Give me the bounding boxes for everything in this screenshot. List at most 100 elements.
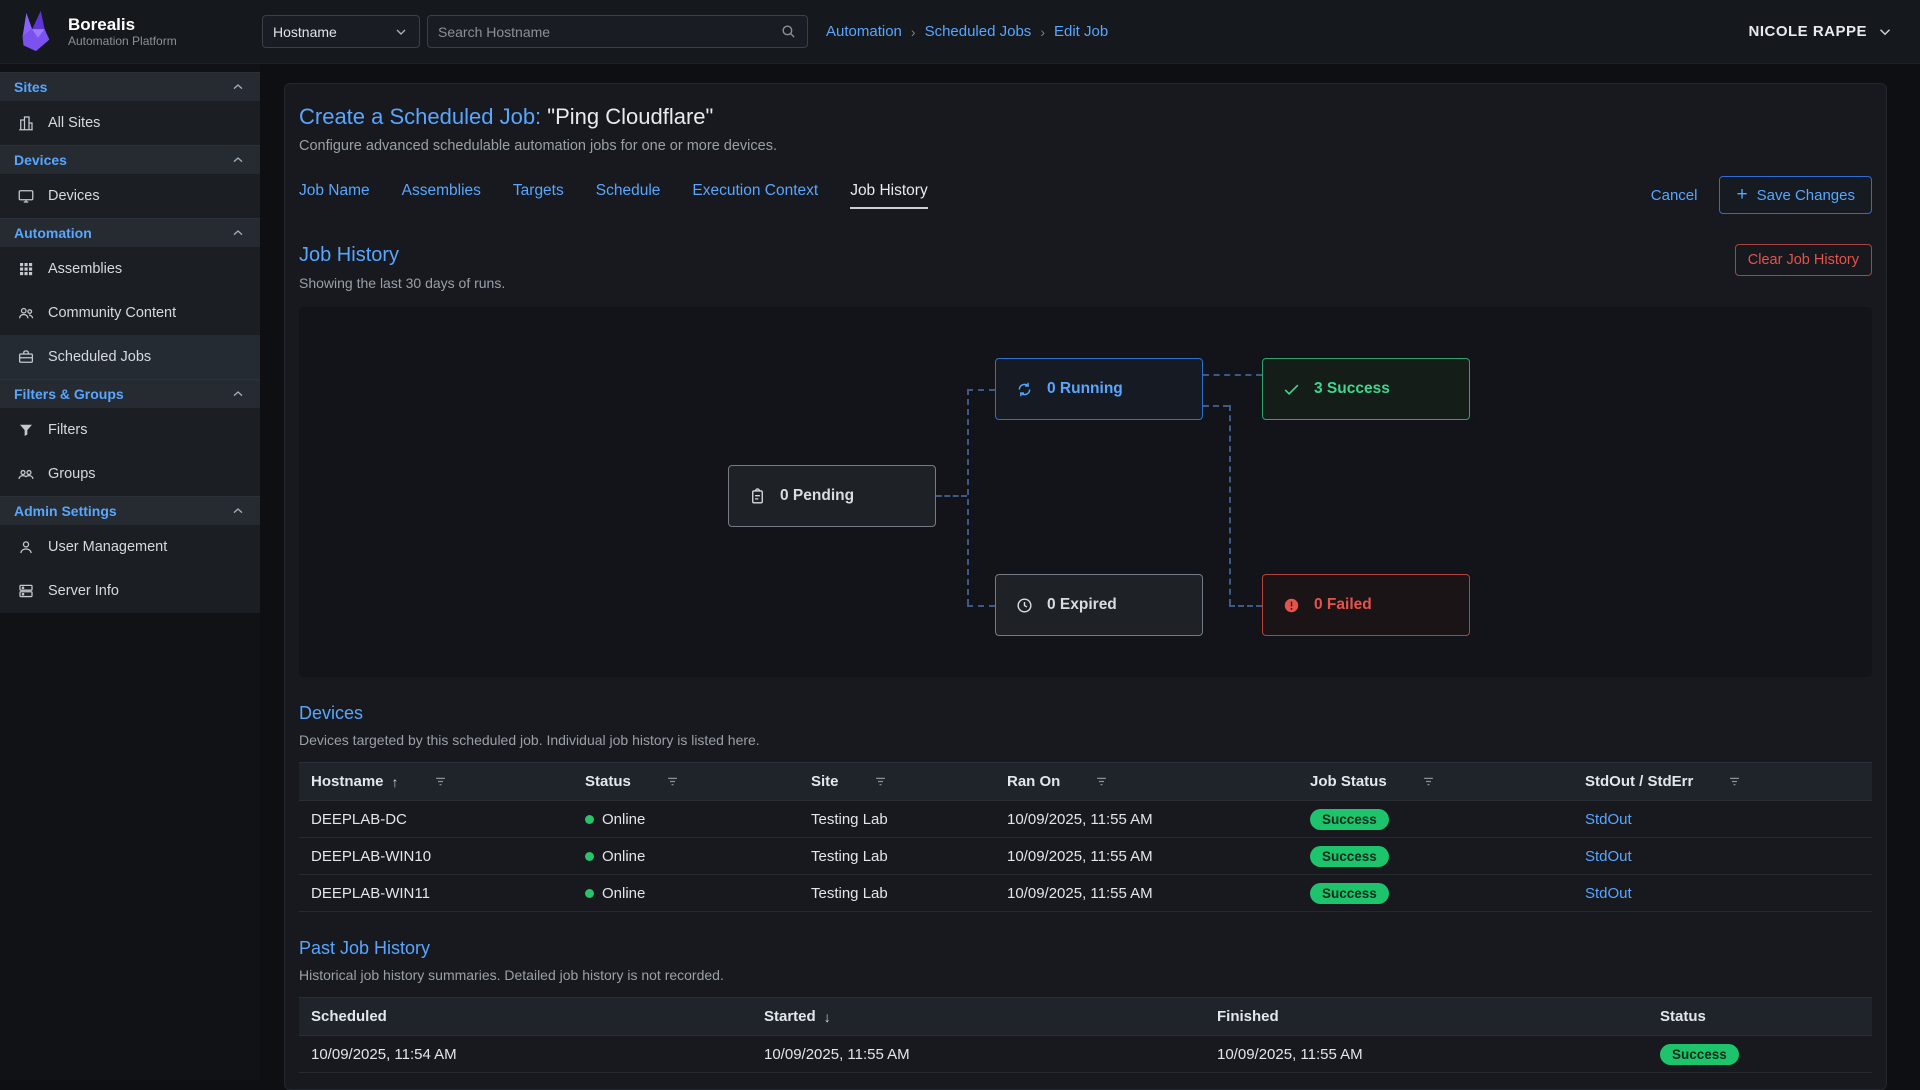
- top-bar: Borealis Automation Platform Hostname Au…: [0, 0, 1920, 64]
- table-row: DEEPLAB-WIN11 Online Testing Lab 10/09/2…: [299, 875, 1872, 912]
- stdout-link[interactable]: StdOut: [1585, 811, 1632, 828]
- past-history-table-header: Scheduled Started ↓ Finished Status: [299, 997, 1872, 1036]
- hostname-filter-select[interactable]: Hostname: [262, 15, 420, 48]
- job-history-subheading: Showing the last 30 days of runs.: [299, 275, 505, 291]
- sidebar-item-label: Scheduled Jobs: [48, 349, 151, 365]
- column-filter-icon[interactable]: [1421, 774, 1436, 789]
- tab-job-name[interactable]: Job Name: [299, 182, 370, 209]
- sort-ascending-icon[interactable]: ↑: [392, 774, 399, 790]
- sidebar-item-devices[interactable]: Devices: [0, 174, 260, 218]
- column-header-stdout-stderr[interactable]: StdOut / StdErr: [1573, 773, 1872, 790]
- column-header-job-status[interactable]: Job Status: [1298, 773, 1573, 790]
- clear-job-history-button[interactable]: Clear Job History: [1735, 244, 1872, 276]
- flow-node-failed[interactable]: 0 Failed: [1262, 574, 1470, 636]
- column-label: Site: [811, 773, 839, 790]
- job-history-header-row: Job History Showing the last 30 days of …: [299, 244, 1872, 291]
- edit-job-card: Create a Scheduled Job: "Ping Cloudflare…: [284, 83, 1887, 1090]
- tabs-row: Job Name Assemblies Targets Schedule Exe…: [299, 176, 1872, 214]
- table-row: 10/09/2025, 11:54 AM 10/09/2025, 11:55 A…: [299, 1036, 1872, 1073]
- sidebar-item-server-info[interactable]: Server Info: [0, 569, 260, 613]
- flow-node-pending[interactable]: 0 Pending: [728, 465, 936, 527]
- tab-schedule[interactable]: Schedule: [596, 182, 661, 209]
- column-filter-icon[interactable]: [873, 774, 888, 789]
- column-header-status[interactable]: Status: [1648, 1008, 1872, 1025]
- check-success-icon: [1282, 380, 1301, 399]
- user-menu[interactable]: NICOLE RAPPE: [1748, 23, 1894, 41]
- sidebar-section-automation[interactable]: Automation: [0, 218, 260, 247]
- flow-node-running[interactable]: 0 Running: [995, 358, 1203, 420]
- devices-subheading: Devices targeted by this scheduled job. …: [299, 732, 1872, 748]
- breadcrumb-edit-job[interactable]: Edit Job: [1054, 23, 1108, 40]
- page-title-job-name: "Ping Cloudflare": [547, 104, 713, 129]
- tab-assemblies[interactable]: Assemblies: [402, 182, 481, 209]
- device-hostname: DEEPLAB-DC: [311, 811, 407, 828]
- column-header-scheduled[interactable]: Scheduled: [299, 1008, 752, 1025]
- device-hostname: DEEPLAB-WIN10: [311, 848, 431, 865]
- sidebar-section-filters-groups[interactable]: Filters & Groups: [0, 379, 260, 408]
- sidebar-item-community-content[interactable]: Community Content: [0, 291, 260, 335]
- sidebar-item-scheduled-jobs[interactable]: Scheduled Jobs: [0, 335, 260, 379]
- page-subtitle: Configure advanced schedulable automatio…: [299, 138, 1872, 154]
- stdout-link[interactable]: StdOut: [1585, 848, 1632, 865]
- sidebar-item-label: All Sites: [48, 115, 100, 131]
- tab-job-history[interactable]: Job History: [850, 182, 928, 209]
- device-ran-on: 10/09/2025, 11:55 AM: [1007, 811, 1153, 828]
- column-header-hostname[interactable]: Hostname ↑: [299, 773, 573, 790]
- filter-icon: [17, 421, 35, 439]
- table-row: DEEPLAB-WIN10 Online Testing Lab 10/09/2…: [299, 838, 1872, 875]
- breadcrumb-separator: ›: [911, 24, 916, 40]
- section-label: Devices: [14, 152, 67, 168]
- sidebar-item-filters[interactable]: Filters: [0, 408, 260, 452]
- chevron-up-icon: [230, 152, 246, 168]
- flow-node-success[interactable]: 3 Success: [1262, 358, 1470, 420]
- column-filter-icon[interactable]: [1727, 774, 1742, 789]
- column-label: Scheduled: [311, 1008, 387, 1025]
- tab-targets[interactable]: Targets: [513, 182, 564, 209]
- column-header-status[interactable]: Status: [573, 773, 799, 790]
- section-label: Admin Settings: [14, 503, 117, 519]
- flow-node-label: 3 Success: [1314, 380, 1390, 398]
- save-changes-button[interactable]: + Save Changes: [1719, 176, 1872, 214]
- section-label: Automation: [14, 225, 92, 241]
- breadcrumb-scheduled-jobs[interactable]: Scheduled Jobs: [925, 23, 1032, 40]
- sort-descending-icon[interactable]: ↓: [824, 1009, 831, 1025]
- sidebar-item-user-management[interactable]: User Management: [0, 525, 260, 569]
- flow-node-label: 0 Failed: [1314, 596, 1372, 614]
- device-site: Testing Lab: [811, 848, 888, 865]
- search-input[interactable]: [438, 24, 780, 40]
- sync-running-icon: [1015, 380, 1034, 399]
- column-header-finished[interactable]: Finished: [1205, 1008, 1648, 1025]
- page-title: Create a Scheduled Job: "Ping Cloudflare…: [299, 104, 1872, 130]
- column-filter-icon[interactable]: [1094, 774, 1109, 789]
- connector-line: [967, 389, 995, 391]
- plus-icon: +: [1736, 185, 1747, 204]
- chevron-up-icon: [230, 503, 246, 519]
- chevron-down-icon: [1876, 23, 1894, 41]
- hostname-search-box[interactable]: [427, 15, 808, 48]
- cancel-button[interactable]: Cancel: [1651, 187, 1698, 204]
- search-icon[interactable]: [780, 23, 797, 40]
- sidebar-item-groups[interactable]: Groups: [0, 452, 260, 496]
- column-header-started[interactable]: Started ↓: [752, 1008, 1205, 1025]
- sidebar-item-all-sites[interactable]: All Sites: [0, 101, 260, 145]
- column-filter-icon[interactable]: [665, 774, 680, 789]
- breadcrumb-automation[interactable]: Automation: [826, 23, 902, 40]
- connector-line: [1229, 605, 1262, 607]
- brand-logo-area: Borealis Automation Platform: [0, 9, 260, 55]
- column-header-site[interactable]: Site: [799, 773, 995, 790]
- sidebar-section-admin-settings[interactable]: Admin Settings: [0, 496, 260, 525]
- sidebar-section-devices[interactable]: Devices: [0, 145, 260, 174]
- tab-execution-context[interactable]: Execution Context: [692, 182, 818, 209]
- brand-name: Borealis: [68, 15, 177, 35]
- column-label: Job Status: [1310, 773, 1387, 790]
- column-filter-icon[interactable]: [433, 774, 448, 789]
- flow-node-expired[interactable]: 0 Expired: [995, 574, 1203, 636]
- online-status-dot: [585, 852, 594, 861]
- column-label: Hostname: [311, 773, 384, 790]
- status-badge: Success: [1310, 809, 1389, 830]
- sidebar-item-label: Community Content: [48, 305, 176, 321]
- sidebar-item-assemblies[interactable]: Assemblies: [0, 247, 260, 291]
- sidebar-section-sites[interactable]: Sites: [0, 72, 260, 101]
- stdout-link[interactable]: StdOut: [1585, 885, 1632, 902]
- column-header-ran-on[interactable]: Ran On: [995, 773, 1298, 790]
